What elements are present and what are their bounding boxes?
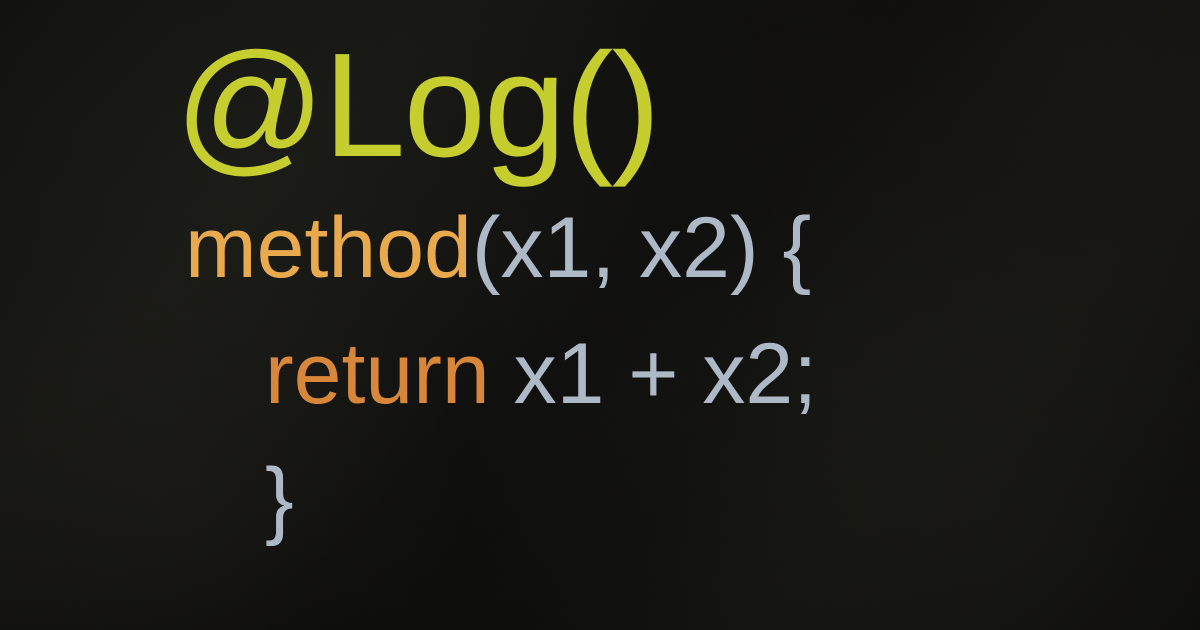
code-snippet: @Log() method(x1, x2) { return x1 + x2; … [175,28,817,554]
decorator-line: @Log() [175,28,817,183]
return-line: return x1 + x2; [265,321,817,429]
closing-brace: } [265,451,294,547]
return-expression: x1 + x2; [490,326,817,422]
method-signature-line: method(x1, x2) { [185,195,817,303]
return-keyword: return [265,326,490,422]
method-name: method [185,200,472,296]
decorator-annotation: @Log() [175,23,659,188]
method-params: (x1, x2) { [472,200,811,296]
closing-brace-line: } [265,446,817,554]
